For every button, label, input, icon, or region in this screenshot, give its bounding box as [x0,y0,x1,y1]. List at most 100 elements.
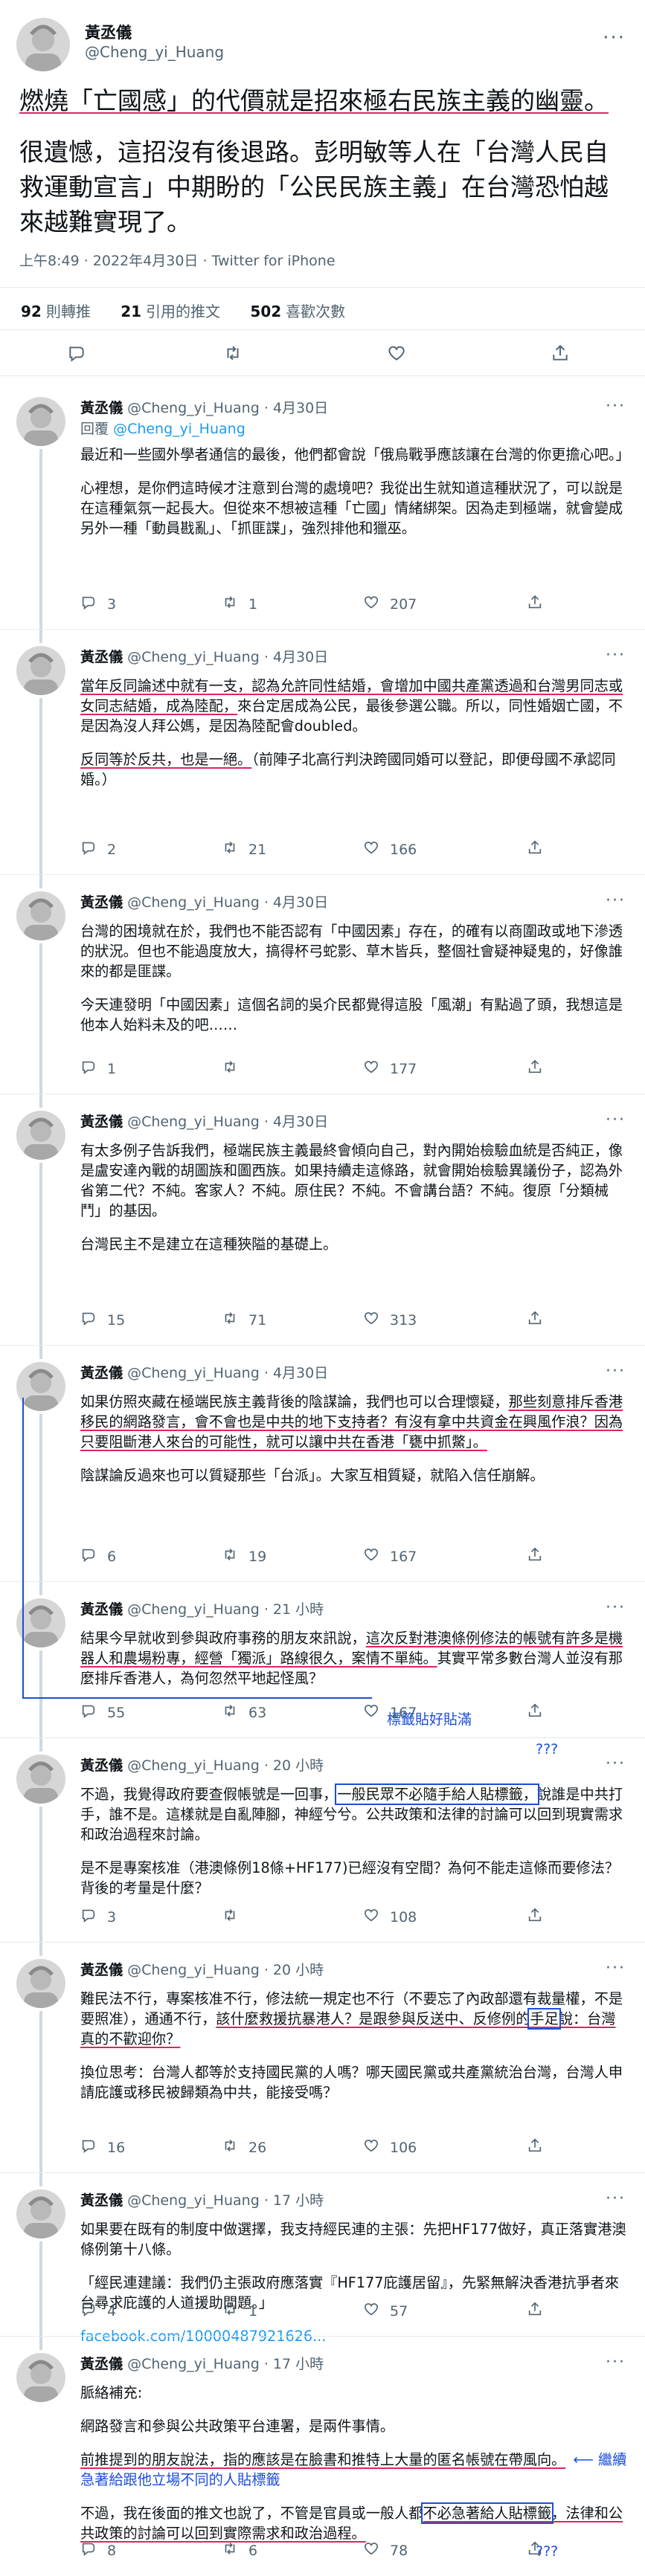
avatar[interactable] [16,397,65,446]
author-name[interactable]: 黃丞儀 [80,1114,123,1130]
share-icon[interactable] [551,343,570,363]
avatar[interactable] [16,1959,65,2008]
reply-time[interactable]: · 17 小時 [264,2356,324,2372]
share-button[interactable] [527,2137,543,2157]
tweet-meta[interactable]: 上午8:49 · 2022年4月30日 · Twitter for iPhone [19,250,336,270]
avatar[interactable] [16,2353,65,2402]
like-button[interactable]: 313 [363,1310,417,1330]
retweet-button[interactable]: 71 [222,1310,266,1330]
author-name[interactable]: 黃丞儀 [80,1365,123,1381]
reply-time[interactable]: · 4月30日 [264,649,328,665]
retweets-stat[interactable]: 92 則轉推 [21,303,91,320]
avatar[interactable] [16,18,70,71]
retweet-button[interactable]: 6 [222,2540,257,2560]
reply-button[interactable]: 1 [80,1059,116,1079]
quotes-stat[interactable]: 21 引用的推文 [121,303,220,320]
like-button[interactable]: 106 [363,2137,417,2157]
avatar[interactable] [16,1111,65,1160]
like-button[interactable]: 177 [363,1059,417,1079]
like-button[interactable]: 57 [363,2301,408,2321]
author-handle[interactable]: @Cheng_yi_Huang [127,1962,260,1978]
likes-stat[interactable]: 502 喜歡次數 [250,303,345,320]
share-button[interactable] [527,594,543,614]
author-name[interactable]: 黃丞儀 [80,2192,123,2209]
more-icon[interactable]: ··· [606,2353,626,2372]
reply-button[interactable]: 8 [80,2540,116,2560]
share-button[interactable] [527,839,543,859]
retweet-button[interactable]: 63 [222,1702,266,1723]
author-handle[interactable]: @Cheng_yi_Huang [127,894,260,911]
author-handle[interactable]: @Cheng_yi_Huang [85,43,224,61]
more-icon[interactable]: ··· [606,1598,626,1617]
reply-button[interactable]: 3 [80,1907,116,1927]
avatar[interactable] [16,646,65,695]
replying-handle[interactable]: @Cheng_yi_Huang [113,421,246,437]
reply-button[interactable]: 2 [80,839,116,859]
author-handle[interactable]: @Cheng_yi_Huang [127,2192,260,2209]
reply-tweet[interactable]: 黃丞儀 @Cheng_yi_Huang · 4月30日 ··· 回覆 @Cheng_… [0,381,645,630]
more-icon[interactable]: ··· [606,646,626,665]
retweet-button[interactable]: 1 [222,594,257,614]
reply-time[interactable]: · 4月30日 [264,894,328,911]
retweet-button[interactable] [222,1907,248,1927]
reply-button[interactable]: 55 [80,1702,125,1723]
author-handle[interactable]: @Cheng_yi_Huang [127,2356,260,2372]
more-icon[interactable]: ··· [606,1111,626,1129]
reply-tweet[interactable]: 黃丞儀 @Cheng_yi_Huang · 4月30日 ··· 台灣的困境就在於，我… [0,875,645,1094]
reply-button[interactable]: 15 [80,1310,125,1330]
reply-button[interactable]: 3 [80,594,116,614]
retweet-icon[interactable] [223,343,243,363]
author-name[interactable]: 黃丞儀 [85,21,132,43]
author-name[interactable]: 黃丞儀 [80,400,123,416]
reply-tweet[interactable]: 黃丞儀 @Cheng_yi_Huang · 20 小時 ··· 不過，我覺得政府要查… [0,1738,645,1943]
like-button[interactable]: 108 [363,1907,417,1927]
reply-tweet[interactable]: 黃丞儀 @Cheng_yi_Huang · 4月30日 ··· 有太多例子告訴我們，… [0,1094,645,1346]
author-name[interactable]: 黃丞儀 [80,1757,123,1774]
share-button[interactable] [527,2301,543,2321]
avatar[interactable] [16,891,65,940]
reply-time[interactable]: · 20 小時 [264,1962,324,1978]
author-name[interactable]: 黃丞儀 [80,2356,123,2372]
more-icon[interactable]: ··· [606,1362,626,1381]
author-handle[interactable]: @Cheng_yi_Huang [127,1757,260,1774]
reply-tweet[interactable]: 黃丞儀 @Cheng_yi_Huang · 17 小時 ··· 脈絡補充: 網路發言和… [0,2337,645,2576]
author-handle[interactable]: @Cheng_yi_Huang [127,400,260,416]
reply-time[interactable]: · 20 小時 [264,1757,324,1774]
retweet-button[interactable]: 26 [222,2137,266,2157]
like-button[interactable]: 78 [363,2540,408,2560]
share-button[interactable] [527,1310,543,1330]
author-name[interactable]: 黃丞儀 [80,1962,123,1978]
like-button[interactable]: 207 [363,594,417,614]
more-icon[interactable]: ··· [603,27,626,49]
more-icon[interactable]: ··· [606,1755,626,1773]
reply-icon[interactable] [67,343,86,363]
like-icon[interactable] [387,343,406,363]
reply-tweet[interactable]: 黃丞儀 @Cheng_yi_Huang · 20 小時 ··· 難民法不行，專案核准… [0,1943,645,2173]
like-button[interactable]: 166 [363,839,417,859]
author-handle[interactable]: @Cheng_yi_Huang [127,1114,260,1130]
reply-tweet[interactable]: 黃丞儀 @Cheng_yi_Huang · 17 小時 ··· 如果要在既有的制度中… [0,2173,645,2345]
author-handle[interactable]: @Cheng_yi_Huang [127,649,260,665]
share-button[interactable] [527,1702,543,1723]
more-icon[interactable]: ··· [606,397,626,416]
reply-button[interactable]: 4 [80,2301,116,2321]
share-button[interactable] [527,1907,543,1927]
more-icon[interactable]: ··· [606,2189,626,2208]
reply-button[interactable]: 16 [80,2137,125,2157]
reply-time[interactable]: · 4月30日 [264,400,328,416]
more-icon[interactable]: ··· [606,1959,626,1978]
share-button[interactable] [527,1546,543,1566]
retweet-button[interactable]: 21 [222,839,266,859]
reply-time[interactable]: · 4月30日 [264,1114,328,1130]
author-name[interactable]: 黃丞儀 [80,649,123,665]
retweet-button[interactable]: 1 [222,2301,257,2321]
share-button[interactable] [527,1059,543,1079]
author-handle[interactable]: @Cheng_yi_Huang [127,1365,260,1381]
more-icon[interactable]: ··· [606,891,626,910]
retweet-button[interactable] [222,1059,248,1079]
avatar[interactable] [16,1755,65,1804]
reply-time[interactable]: · 4月30日 [264,1365,328,1381]
author-name[interactable]: 黃丞儀 [80,894,123,911]
avatar[interactable] [16,2189,65,2238]
reply-tweet[interactable]: 黃丞儀 @Cheng_yi_Huang · 4月30日 ··· 當年反同論述中就有一… [0,630,645,875]
